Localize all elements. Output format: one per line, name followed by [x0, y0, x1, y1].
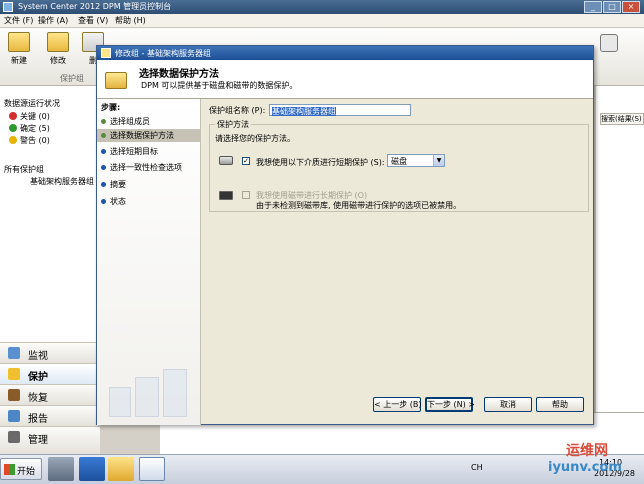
powershell-icon[interactable]: [79, 457, 105, 481]
protection-icon: [8, 368, 20, 380]
modify-button[interactable]: 修改: [43, 32, 73, 66]
server-manager-icon[interactable]: [48, 457, 74, 481]
groups-heading[interactable]: 所有保护组: [4, 164, 44, 175]
step-bullet-icon: [101, 182, 106, 187]
modify-group-icon: [47, 32, 69, 52]
status-heading[interactable]: 数据源运行状况: [4, 98, 60, 109]
back-button[interactable]: < 上一步 (B): [373, 397, 422, 412]
menu-bar: 文件 (F) 操作 (A) 查看 (V) 帮助 (H): [0, 14, 644, 28]
server-watermark-icon: [109, 369, 189, 421]
protection-group-name-input[interactable]: 基础架构服务器组: [269, 104, 411, 116]
menu-view[interactable]: 查看 (V): [78, 15, 108, 26]
step-select-members[interactable]: 选择组成员: [97, 115, 201, 128]
menu-help[interactable]: 帮助 (H): [115, 15, 146, 26]
ok-icon: [9, 124, 17, 132]
dialog-icon: [101, 48, 111, 58]
long-term-disabled-note: 由于未检测到磁带库, 使用磁带进行保护的选项已被禁用。: [256, 201, 462, 210]
results-pane: [596, 86, 644, 454]
close-button[interactable]: ×: [622, 1, 640, 13]
management-icon: [8, 431, 20, 443]
short-term-option-label[interactable]: 我想使用以下介质进行短期保护 (S):: [256, 157, 385, 168]
info-icon[interactable]: [600, 34, 618, 52]
tape-icon: [219, 191, 233, 200]
window-titlebar: System Center 2012 DPM 管理员控制台 _ □ ×: [0, 0, 644, 14]
short-term-media-select[interactable]: 磁盘 ▼: [387, 154, 445, 167]
maximize-button[interactable]: □: [603, 1, 621, 13]
long-term-checkbox[interactable]: [242, 191, 250, 199]
chevron-down-icon[interactable]: ▼: [433, 155, 444, 166]
menu-file[interactable]: 文件 (F): [4, 15, 33, 26]
critical-icon: [9, 112, 17, 120]
nav-recovery[interactable]: 恢复: [0, 384, 100, 405]
group-item[interactable]: 基础架构服务器组: [30, 176, 94, 187]
search-results-label[interactable]: 搜索(结果(S): [600, 113, 644, 125]
step-bullet-icon: [101, 133, 106, 138]
step-bullet-icon: [101, 165, 106, 170]
step-bullet-icon: [101, 119, 106, 124]
nav-reporting[interactable]: 报告: [0, 405, 100, 426]
recovery-icon: [8, 389, 20, 401]
short-term-checkbox[interactable]: ✓: [242, 157, 250, 165]
warning-icon: [9, 136, 17, 144]
nav-management[interactable]: 管理: [0, 426, 100, 454]
step-status[interactable]: 状态: [97, 195, 201, 208]
folder-icon: [105, 72, 127, 89]
steps-heading: 步骤:: [101, 103, 121, 112]
next-button[interactable]: 下一步 (N) >: [425, 397, 475, 412]
modify-group-dialog: 修改组 - 基础架构服务器组 选择数据保护方法 DPM 可以提供基于磁盘和磁带的…: [96, 45, 594, 425]
nav-monitoring[interactable]: 监视: [0, 342, 100, 363]
help-button[interactable]: 帮助: [536, 397, 584, 412]
menu-action[interactable]: 操作 (A): [38, 15, 68, 26]
status-critical[interactable]: 关键 (0): [20, 111, 50, 122]
status-ok[interactable]: 确定 (5): [20, 123, 50, 134]
window-title: System Center 2012 DPM 管理员控制台: [18, 2, 172, 11]
step-bullet-icon: [101, 149, 106, 154]
dialog-title: 修改组 - 基础架构服务器组: [115, 49, 211, 58]
dialog-titlebar: 修改组 - 基础架构服务器组: [97, 46, 593, 60]
dialog-content: 保护组名称 (P): 基础架构服务器组 保护方法 请选择您的保护方法。: [201, 99, 593, 425]
new-button[interactable]: 新建: [4, 32, 34, 66]
protection-method-desc: 请选择您的保护方法。: [215, 134, 295, 143]
step-consistency-check[interactable]: 选择一致性检查选项: [97, 161, 201, 174]
dialog-heading: 选择数据保护方法: [139, 69, 219, 80]
watermark-title: 运维网: [566, 443, 608, 459]
dialog-subheading: DPM 可以提供基于磁盘和磁带的数据保护。: [141, 81, 298, 90]
step-short-term-goals[interactable]: 选择短期目标: [97, 145, 201, 158]
new-group-icon: [8, 32, 30, 52]
cancel-button[interactable]: 取消: [484, 397, 532, 412]
explorer-icon[interactable]: [108, 457, 134, 481]
monitoring-icon: [8, 347, 20, 359]
windows-logo-icon: [4, 464, 15, 475]
step-summary[interactable]: 摘要: [97, 178, 201, 191]
navigation-pane: 数据源运行状况 关键 (0) 确定 (5) 警告 (0) 所有保护组 基础架构服…: [0, 86, 100, 454]
watermark-url: iyunv.com: [548, 460, 622, 475]
language-indicator[interactable]: CH: [471, 463, 483, 472]
toolbar-group-label: 保护组: [60, 74, 84, 83]
nav-protection[interactable]: 保护: [0, 363, 100, 384]
start-button[interactable]: 开始: [0, 458, 42, 480]
step-bullet-icon: [101, 199, 106, 204]
status-warning[interactable]: 警告 (0): [20, 135, 50, 146]
dialog-header: 选择数据保护方法 DPM 可以提供基于磁盘和磁带的数据保护。: [97, 60, 593, 99]
dpm-console-icon[interactable]: [139, 457, 165, 481]
wizard-steps: 步骤: 选择组成员 选择数据保护方法 选择短期目标 选择一致性检查选项 摘要 状…: [97, 99, 201, 425]
protection-method-title: 保护方法: [215, 119, 251, 130]
disk-icon: [219, 156, 233, 165]
step-protection-method[interactable]: 选择数据保护方法: [97, 129, 201, 142]
minimize-button[interactable]: _: [584, 1, 602, 13]
reporting-icon: [8, 410, 20, 422]
protection-group-name-label: 保护组名称 (P):: [209, 106, 266, 115]
app-icon: [3, 2, 13, 12]
